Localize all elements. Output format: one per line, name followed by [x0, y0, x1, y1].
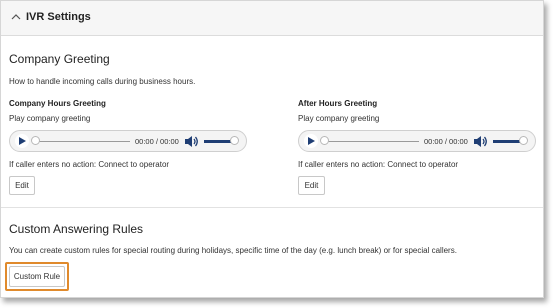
company-hours-no-action: If caller enters no action: Connect to o…: [9, 160, 170, 169]
play-icon: [19, 137, 26, 145]
custom-rule-button[interactable]: Custom Rule: [9, 266, 65, 287]
after-hours-audio-player: 00:00 / 00:00: [298, 130, 536, 152]
after-hours-edit-button[interactable]: Edit: [298, 176, 325, 195]
volume-slider[interactable]: [204, 140, 232, 143]
company-hours-greeting-title: Company Hours Greeting: [9, 99, 106, 108]
play-button[interactable]: [15, 134, 29, 148]
volume-icon[interactable]: [474, 135, 488, 148]
seek-handle[interactable]: [320, 136, 329, 145]
volume-icon[interactable]: [185, 135, 199, 148]
company-hours-edit-button[interactable]: Edit: [9, 176, 35, 195]
volume-handle[interactable]: [519, 136, 528, 145]
company-greeting-description: How to handle incoming calls during busi…: [9, 77, 196, 86]
playback-time: 00:00 / 00:00: [135, 137, 179, 146]
play-button[interactable]: [304, 134, 318, 148]
section-divider: [1, 207, 543, 208]
after-hours-no-action: If caller enters no action: Connect to o…: [298, 160, 459, 169]
playback-time: 00:00 / 00:00: [424, 137, 468, 146]
ivr-settings-title: IVR Settings: [26, 11, 91, 23]
ivr-settings-header[interactable]: IVR Settings: [1, 1, 543, 36]
company-greeting-title: Company Greeting: [9, 52, 110, 66]
volume-handle[interactable]: [230, 136, 239, 145]
after-hours-greeting-title: After Hours Greeting: [298, 99, 378, 108]
custom-answering-rules-description: You can create custom rules for special …: [9, 246, 457, 255]
custom-answering-rules-title: Custom Answering Rules: [9, 222, 144, 236]
ivr-settings-panel: IVR Settings Company Greeting How to han…: [0, 0, 544, 298]
volume-slider[interactable]: [493, 140, 521, 143]
seek-track[interactable]: [32, 141, 130, 142]
seek-track[interactable]: [321, 141, 419, 142]
chevron-up-icon[interactable]: [11, 13, 21, 21]
after-hours-play-label: Play company greeting: [298, 114, 380, 123]
play-icon: [308, 137, 315, 145]
company-hours-play-label: Play company greeting: [9, 114, 91, 123]
company-hours-audio-player: 00:00 / 00:00: [9, 130, 247, 152]
seek-handle[interactable]: [31, 136, 40, 145]
